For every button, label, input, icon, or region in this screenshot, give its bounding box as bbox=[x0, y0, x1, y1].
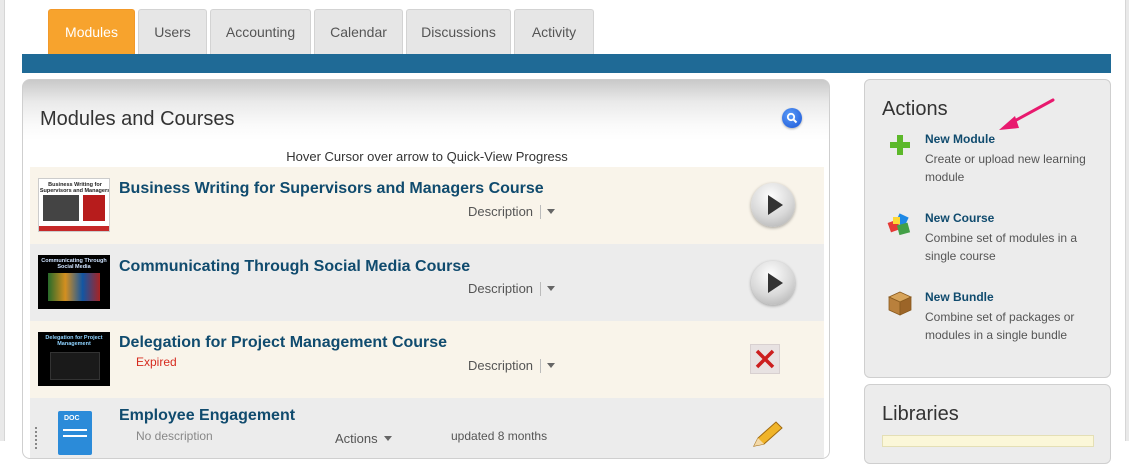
chevron-down-icon bbox=[547, 286, 556, 291]
actions-title: Actions bbox=[882, 98, 948, 120]
divider bbox=[540, 204, 542, 219]
new-course-description: Combine set of modules in a single cours… bbox=[925, 231, 1078, 263]
play-button[interactable] bbox=[751, 183, 795, 227]
table-row: Delegation for Project Management Delega… bbox=[30, 321, 824, 398]
search-icon bbox=[786, 112, 798, 124]
description-dropdown[interactable]: Description bbox=[468, 358, 556, 373]
course-blocks-icon bbox=[887, 213, 911, 236]
window-frame-left bbox=[0, 0, 5, 441]
quick-view-hint: Hover Cursor over arrow to Quick-View Pr… bbox=[286, 149, 568, 164]
new-module-link[interactable]: New Module bbox=[925, 132, 995, 146]
search-button[interactable] bbox=[782, 108, 802, 128]
actions-label: Actions bbox=[335, 431, 378, 446]
actions-panel: Actions New Module Create or upload new … bbox=[864, 79, 1111, 378]
thumbnail-caption: Business Writing for Supervisors and Man… bbox=[39, 182, 110, 194]
table-row: DOC Employee Engagement No description A… bbox=[30, 398, 824, 458]
thumbnail-footer bbox=[39, 226, 109, 231]
drag-handle-icon[interactable] bbox=[35, 427, 41, 449]
chevron-down-icon bbox=[383, 436, 392, 441]
new-bundle-link[interactable]: New Bundle bbox=[925, 290, 994, 304]
new-module-description: Create or upload new learning module bbox=[925, 152, 1086, 184]
description-label: Description bbox=[468, 358, 534, 373]
course-thumbnail[interactable]: Delegation for Project Management bbox=[38, 332, 110, 386]
panel-title: Modules and Courses bbox=[40, 108, 235, 130]
divider bbox=[540, 281, 542, 296]
tab-underline-bar bbox=[22, 54, 1111, 73]
tab-accounting[interactable]: Accounting bbox=[210, 9, 311, 54]
libraries-panel: Libraries bbox=[864, 384, 1111, 464]
chevron-down-icon bbox=[547, 209, 556, 214]
window-frame-right bbox=[1125, 0, 1129, 441]
chevron-down-icon bbox=[547, 363, 556, 368]
file-line bbox=[63, 435, 87, 437]
description-dropdown[interactable]: Description bbox=[468, 281, 556, 296]
annotation-arrow-icon bbox=[999, 98, 1055, 130]
description-label: Description bbox=[468, 281, 534, 296]
thumbnail-caption: Communicating Through Social Media bbox=[41, 258, 107, 270]
tab-modules[interactable]: Modules bbox=[48, 9, 135, 54]
tab-activity[interactable]: Activity bbox=[514, 9, 594, 54]
tab-bar: Modules Users Accounting Calendar Discus… bbox=[48, 9, 597, 54]
plus-icon bbox=[890, 135, 910, 155]
course-title-link[interactable]: Communicating Through Social Media Cours… bbox=[119, 258, 470, 276]
thumbnail-graphic bbox=[48, 273, 100, 301]
file-line bbox=[63, 429, 87, 431]
table-row: Business Writing for Supervisors and Man… bbox=[30, 167, 824, 244]
description-dropdown[interactable]: Description bbox=[468, 204, 556, 219]
tab-discussions[interactable]: Discussions bbox=[406, 9, 511, 54]
divider bbox=[540, 358, 542, 373]
table-row: Communicating Through Social Media Commu… bbox=[30, 244, 824, 321]
tab-calendar[interactable]: Calendar bbox=[314, 9, 403, 54]
new-course-link[interactable]: New Course bbox=[925, 211, 994, 225]
actions-dropdown[interactable]: Actions bbox=[335, 431, 392, 446]
libraries-title: Libraries bbox=[882, 403, 959, 425]
course-title-link[interactable]: Employee Engagement bbox=[119, 407, 295, 425]
tab-users[interactable]: Users bbox=[138, 9, 207, 54]
course-title-link[interactable]: Business Writing for Supervisors and Man… bbox=[119, 180, 544, 198]
course-title-link[interactable]: Delegation for Project Management Course bbox=[119, 334, 447, 352]
description-label: Description bbox=[468, 204, 534, 219]
file-type-label: DOC bbox=[64, 415, 80, 422]
document-file-icon[interactable]: DOC bbox=[58, 411, 92, 455]
course-thumbnail[interactable]: Communicating Through Social Media bbox=[38, 255, 110, 309]
edit-pencil-icon[interactable] bbox=[750, 420, 784, 450]
play-button[interactable] bbox=[751, 261, 795, 305]
thumbnail-accent bbox=[83, 195, 105, 221]
close-icon bbox=[755, 349, 775, 369]
modules-panel: Modules and Courses Hover Cursor over ar… bbox=[22, 79, 830, 459]
libraries-content bbox=[882, 435, 1094, 447]
thumbnail-photo bbox=[43, 195, 79, 221]
thumbnail-photo bbox=[50, 352, 100, 380]
expired-badge: Expired bbox=[136, 355, 177, 369]
new-bundle-description: Combine set of packages or modules in a … bbox=[925, 310, 1075, 342]
expired-x-button[interactable] bbox=[750, 344, 780, 374]
course-thumbnail[interactable]: Business Writing for Supervisors and Man… bbox=[38, 178, 110, 232]
thumbnail-caption: Delegation for Project Management bbox=[45, 335, 103, 347]
box-icon bbox=[888, 291, 912, 316]
